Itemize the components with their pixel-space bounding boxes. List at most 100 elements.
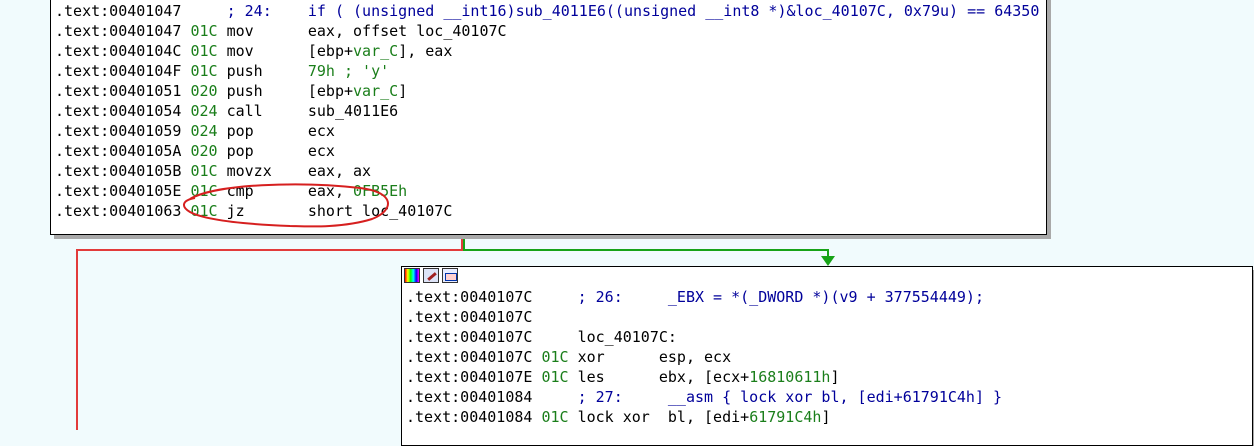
operand: ], eax xyxy=(398,42,453,60)
line-address: .text:00401047 xyxy=(55,2,182,20)
line-address: .text:0040104C xyxy=(55,42,182,60)
operand: eax, ax xyxy=(307,162,372,180)
asm-line[interactable]: .text:0040107E 01C les ebx, [ecx+1681061… xyxy=(406,367,1252,387)
asm-line[interactable]: .text:00401084 ; 27: __asm { lock xor bl… xyxy=(406,387,1252,407)
pseudocode-comment: ; 27: __asm { lock xor bl, [edi+61791C4h… xyxy=(532,388,1003,406)
line-address: .text:0040107E xyxy=(406,368,533,386)
asm-line[interactable]: .text:0040107C xyxy=(406,307,1252,327)
pseudocode-comment: ; 24: if ( (unsigned __int16)sub_4011E6(… xyxy=(181,2,1047,20)
line-address: .text:0040104F xyxy=(55,62,182,80)
operand: ecx xyxy=(307,142,335,160)
stack-pointer: 024 xyxy=(181,102,218,120)
line-address: .text:00401084 xyxy=(406,388,533,406)
operand-number: 79h xyxy=(307,62,335,80)
asm-line[interactable]: .text:0040105A 020 pop ecx xyxy=(55,141,1046,161)
operand: ebx, [ecx+ xyxy=(658,368,750,386)
operand-variable: var_C xyxy=(353,82,399,100)
node-rename-icon[interactable] xyxy=(423,268,439,283)
graph-node-block-40107c[interactable]: .text:0040107C ; 26: _EBX = *(_DWORD *)(… xyxy=(401,266,1253,446)
stack-pointer: 01C xyxy=(532,368,569,386)
line-address: .text:00401084 xyxy=(406,408,533,426)
instruction-mnemonic: push xyxy=(217,82,299,100)
line-address: .text:0040107C xyxy=(406,308,533,326)
asm-line[interactable]: .text:0040104F 01C push 79h ; 'y' xyxy=(55,61,1046,81)
asm-line[interactable]: .text:0040107C loc_40107C: xyxy=(406,327,1252,347)
line-address: .text:0040105E xyxy=(55,182,182,200)
operand: ] xyxy=(821,408,831,426)
operand: [ebp+ xyxy=(307,42,354,60)
stack-pointer: 01C xyxy=(181,182,218,200)
stack-pointer: 01C xyxy=(181,22,218,40)
asm-line[interactable]: .text:0040107C 01C xor esp, ecx xyxy=(406,347,1252,367)
operand: ecx xyxy=(307,122,335,140)
false-branch-edge-horizontal xyxy=(76,249,463,251)
stack-pointer: 01C xyxy=(181,202,218,220)
node-titlebar xyxy=(51,0,1046,1)
operand: bl, [edi+ xyxy=(658,408,750,426)
stack-pointer: 020 xyxy=(181,142,218,160)
operand: sub_4011E6 xyxy=(307,102,399,120)
instruction-mnemonic: call xyxy=(217,102,299,120)
instruction-mnemonic: jz xyxy=(217,202,299,220)
line-address: .text:0040107C xyxy=(406,328,533,346)
operand-comment: ; 'y' xyxy=(334,62,390,80)
pseudocode-comment: ; 26: _EBX = *(_DWORD *)(v9 + 377554449)… xyxy=(532,288,984,306)
disassembly-listing[interactable]: .text:00401047 ; 24: if ( (unsigned __in… xyxy=(51,1,1046,221)
stack-pointer: 01C xyxy=(532,408,569,426)
operand-number: 61791C4h xyxy=(749,408,822,426)
operand-number: 16810611h xyxy=(749,368,831,386)
line-address: .text:0040105B xyxy=(55,162,182,180)
instruction-mnemonic: xor xyxy=(568,348,650,366)
operand: short loc_40107C xyxy=(307,202,453,220)
instruction-mnemonic: lock xor xyxy=(568,408,650,426)
node-group-icon[interactable] xyxy=(442,268,458,283)
asm-line[interactable]: .text:0040105B 01C movzx eax, ax xyxy=(55,161,1046,181)
instruction-mnemonic: pop xyxy=(217,122,299,140)
operand: ] xyxy=(830,368,840,386)
operand: ] xyxy=(398,82,408,100)
operand: esp, ecx xyxy=(658,348,732,366)
line-address: .text:00401059 xyxy=(55,122,182,140)
instruction-mnemonic: mov xyxy=(217,42,299,60)
asm-line[interactable]: .text:00401047 01C mov eax, offset loc_4… xyxy=(55,21,1046,41)
asm-line[interactable]: .text:00401054 024 call sub_4011E6 xyxy=(55,101,1046,121)
instruction-mnemonic: movzx xyxy=(217,162,299,180)
line-address: .text:00401063 xyxy=(55,202,182,220)
line-address: .text:00401054 xyxy=(55,102,182,120)
instruction-mnemonic: cmp xyxy=(217,182,299,200)
line-address: .text:0040107C xyxy=(406,348,533,366)
operand-number: 0FB5Eh xyxy=(353,182,408,200)
asm-line[interactable]: .text:0040105E 01C cmp eax, 0FB5Eh xyxy=(55,181,1046,201)
asm-line[interactable]: .text:0040104C 01C mov [ebp+var_C], eax xyxy=(55,41,1046,61)
code-label: loc_40107C: xyxy=(532,328,677,346)
line-address: .text:00401047 xyxy=(55,22,182,40)
true-branch-edge-horizontal xyxy=(463,249,829,251)
instruction-mnemonic: mov xyxy=(217,22,299,40)
instruction-mnemonic: push xyxy=(217,62,299,80)
stack-pointer: 024 xyxy=(181,122,218,140)
operand-variable: var_C xyxy=(353,42,399,60)
stack-pointer: 01C xyxy=(532,348,569,366)
stack-pointer: 01C xyxy=(181,62,218,80)
operand: eax, offset loc_40107C xyxy=(307,22,507,40)
stack-pointer: 020 xyxy=(181,82,218,100)
node-titlebar xyxy=(402,267,1252,287)
node-color-icon[interactable] xyxy=(404,268,420,283)
disassembly-listing[interactable]: .text:0040107C ; 26: _EBX = *(_DWORD *)(… xyxy=(402,287,1252,427)
operand: [ebp+ xyxy=(307,82,354,100)
asm-line[interactable]: .text:00401051 020 push [ebp+var_C] xyxy=(55,81,1046,101)
asm-line[interactable]: .text:0040107C ; 26: _EBX = *(_DWORD *)(… xyxy=(406,287,1252,307)
asm-line[interactable]: .text:00401063 01C jz short loc_40107C xyxy=(55,201,1046,221)
stack-pointer: 01C xyxy=(181,162,218,180)
line-address: .text:00401051 xyxy=(55,82,182,100)
false-branch-edge-vertical xyxy=(76,249,78,430)
asm-line[interactable]: .text:00401059 024 pop ecx xyxy=(55,121,1046,141)
stack-pointer: 01C xyxy=(181,42,218,60)
asm-line[interactable]: .text:00401084 01C lock xor bl, [edi+617… xyxy=(406,407,1252,427)
graph-node-block-401047[interactable]: .text:00401047 ; 24: if ( (unsigned __in… xyxy=(50,0,1047,235)
asm-line[interactable]: .text:00401047 ; 24: if ( (unsigned __in… xyxy=(55,1,1046,21)
operand: eax, xyxy=(307,182,354,200)
true-branch-arrow-icon xyxy=(821,256,835,266)
line-address: .text:0040107C xyxy=(406,288,533,306)
instruction-mnemonic: les xyxy=(568,368,650,386)
